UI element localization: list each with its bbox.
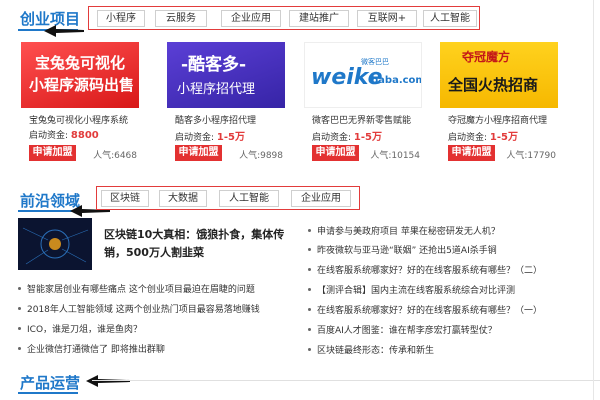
news-item[interactable]: 昨夜微软与亚马逊“联姻” 还抢出5道AI杀手锏 (308, 243, 497, 256)
bullet-icon (308, 328, 311, 331)
featured-article-title[interactable]: 区块链10大真相：饿狼扑食，集体传销，500万人割韭菜 (104, 226, 300, 262)
tag-blockchain[interactable]: 区块链 (101, 190, 149, 207)
news-item[interactable]: 百度AI人才图鉴：谁在帮李彦宏打赢转型仗？ (308, 323, 497, 336)
arrow-pointer-icon (86, 374, 130, 388)
section-title-product[interactable]: 产品运营 (20, 372, 80, 393)
news-item[interactable]: 申请参与美政府项目 苹果在秘密研发无人机？ (308, 224, 500, 237)
tag-internet-plus[interactable]: 互联网+ (357, 10, 417, 27)
page-edge-divider (593, 0, 594, 400)
card-banner-image[interactable]: -酷客多- 小程序招代理 (167, 42, 285, 108)
card-funds: 启动资金: 1-5万 (175, 132, 245, 143)
news-item[interactable]: 在线客服系统哪家好？好的在线客服系统有哪些？（二） (308, 263, 542, 276)
news-item[interactable]: 【测评合辑】国内主流在线客服系统综合对比评测 (308, 283, 515, 296)
banner-text: baba.com (371, 75, 422, 86)
card-funds: 启动资金: 1-5万 (448, 132, 518, 143)
tag-big-data[interactable]: 大数据 (159, 190, 207, 207)
news-item[interactable]: 企业微信打通微信了 即将推出群聊 (18, 342, 165, 355)
bullet-icon (308, 288, 311, 291)
section-divider (92, 380, 600, 381)
card-funds: 启动资金: 8800 (29, 130, 99, 141)
project-card[interactable]: 夺冠魔方 全国火热招商 夺冠魔方小程序招商代理 启动资金: 1-5万 申请加盟 … (440, 42, 558, 166)
banner-text: 小程序源码出售 (29, 76, 135, 94)
news-item[interactable]: ICO，谁是刀俎，谁是鱼肉？ (18, 322, 142, 335)
banner-text: 小程序招代理 (177, 82, 256, 97)
banner-text: 全国火热招商 (448, 76, 539, 94)
news-item[interactable]: 智能家居创业有哪些痛点 这个创业项目最迫在眉睫的问题 (18, 282, 255, 295)
banner-text: 宝兔兔可视化 (35, 54, 126, 72)
bullet-icon (308, 268, 311, 271)
card-title[interactable]: 夺冠魔方小程序招商代理 (448, 113, 547, 126)
project-card[interactable]: -酷客多- 小程序招代理 酷客多小程序招代理 启动资金: 1-5万 申请加盟 人… (167, 42, 285, 166)
card-banner-image[interactable]: 宝兔兔可视化 小程序源码出售 (21, 42, 139, 108)
section-title-underline (18, 210, 78, 212)
card-title[interactable]: 酷客多小程序招代理 (175, 113, 256, 126)
apply-button[interactable]: 申请加盟 (29, 145, 76, 161)
frontier-tag-box: 区块链 大数据 人工智能 企业应用 (96, 186, 360, 210)
card-banner-image[interactable]: 微客巴巴 weike baba.com (304, 42, 422, 108)
apply-button[interactable]: 申请加盟 (448, 145, 495, 161)
news-item[interactable]: 区块链最终形态：传承和新生 (308, 343, 434, 356)
project-card[interactable]: 微客巴巴 weike baba.com 微客巴巴无界新零售赋能 启动资金: 1-… (304, 42, 422, 166)
project-card[interactable]: 宝兔兔可视化 小程序源码出售 宝兔兔可视化小程序系统 启动资金: 8800 申请… (21, 42, 139, 166)
banner-text: -酷客多- (181, 55, 247, 75)
bullet-icon (18, 307, 21, 310)
banner-text: 夺冠魔方 (462, 50, 511, 64)
arrow-pointer-icon (44, 24, 84, 38)
bullet-icon (308, 308, 311, 311)
tag-enterprise-app[interactable]: 企业应用 (221, 10, 281, 27)
apply-button[interactable]: 申请加盟 (175, 145, 222, 161)
bullet-icon (18, 327, 21, 330)
card-banner-image[interactable]: 夺冠魔方 全国火热招商 (440, 42, 558, 108)
card-title[interactable]: 宝兔兔可视化小程序系统 (29, 113, 128, 126)
popularity-count: 人气:17790 (506, 151, 556, 161)
tag-enterprise-app[interactable]: 企业应用 (291, 190, 351, 207)
bullet-icon (18, 287, 21, 290)
news-item[interactable]: 2018年人工智能领域 这两个创业热门项目最容易落地赚钱 (18, 302, 260, 315)
bullet-icon (18, 347, 21, 350)
popularity-count: 人气:6468 (93, 151, 137, 161)
tag-site-promotion[interactable]: 建站推广 (289, 10, 349, 27)
popularity-count: 人气:9898 (239, 151, 283, 161)
news-item[interactable]: 在线客服系统哪家好？好的在线客服系统有哪些？（一） (308, 303, 542, 316)
tag-ai[interactable]: 人工智能 (423, 10, 477, 27)
featured-article-image[interactable] (18, 218, 92, 270)
popularity-count: 人气:10154 (370, 151, 420, 161)
tag-mini-program[interactable]: 小程序 (97, 10, 145, 27)
apply-button[interactable]: 申请加盟 (312, 145, 359, 161)
card-title[interactable]: 微客巴巴无界新零售赋能 (312, 113, 411, 126)
bullet-icon (308, 248, 311, 251)
tag-cloud-service[interactable]: 云服务 (155, 10, 207, 27)
tag-ai[interactable]: 人工智能 (219, 190, 279, 207)
bullet-icon (308, 229, 311, 232)
startup-tag-box: 小程序 云服务 企业应用 建站推广 互联网+ 人工智能 (88, 6, 480, 30)
section-title-underline (18, 392, 78, 394)
card-funds: 启动资金: 1-5万 (312, 132, 382, 143)
bullet-icon (308, 348, 311, 351)
